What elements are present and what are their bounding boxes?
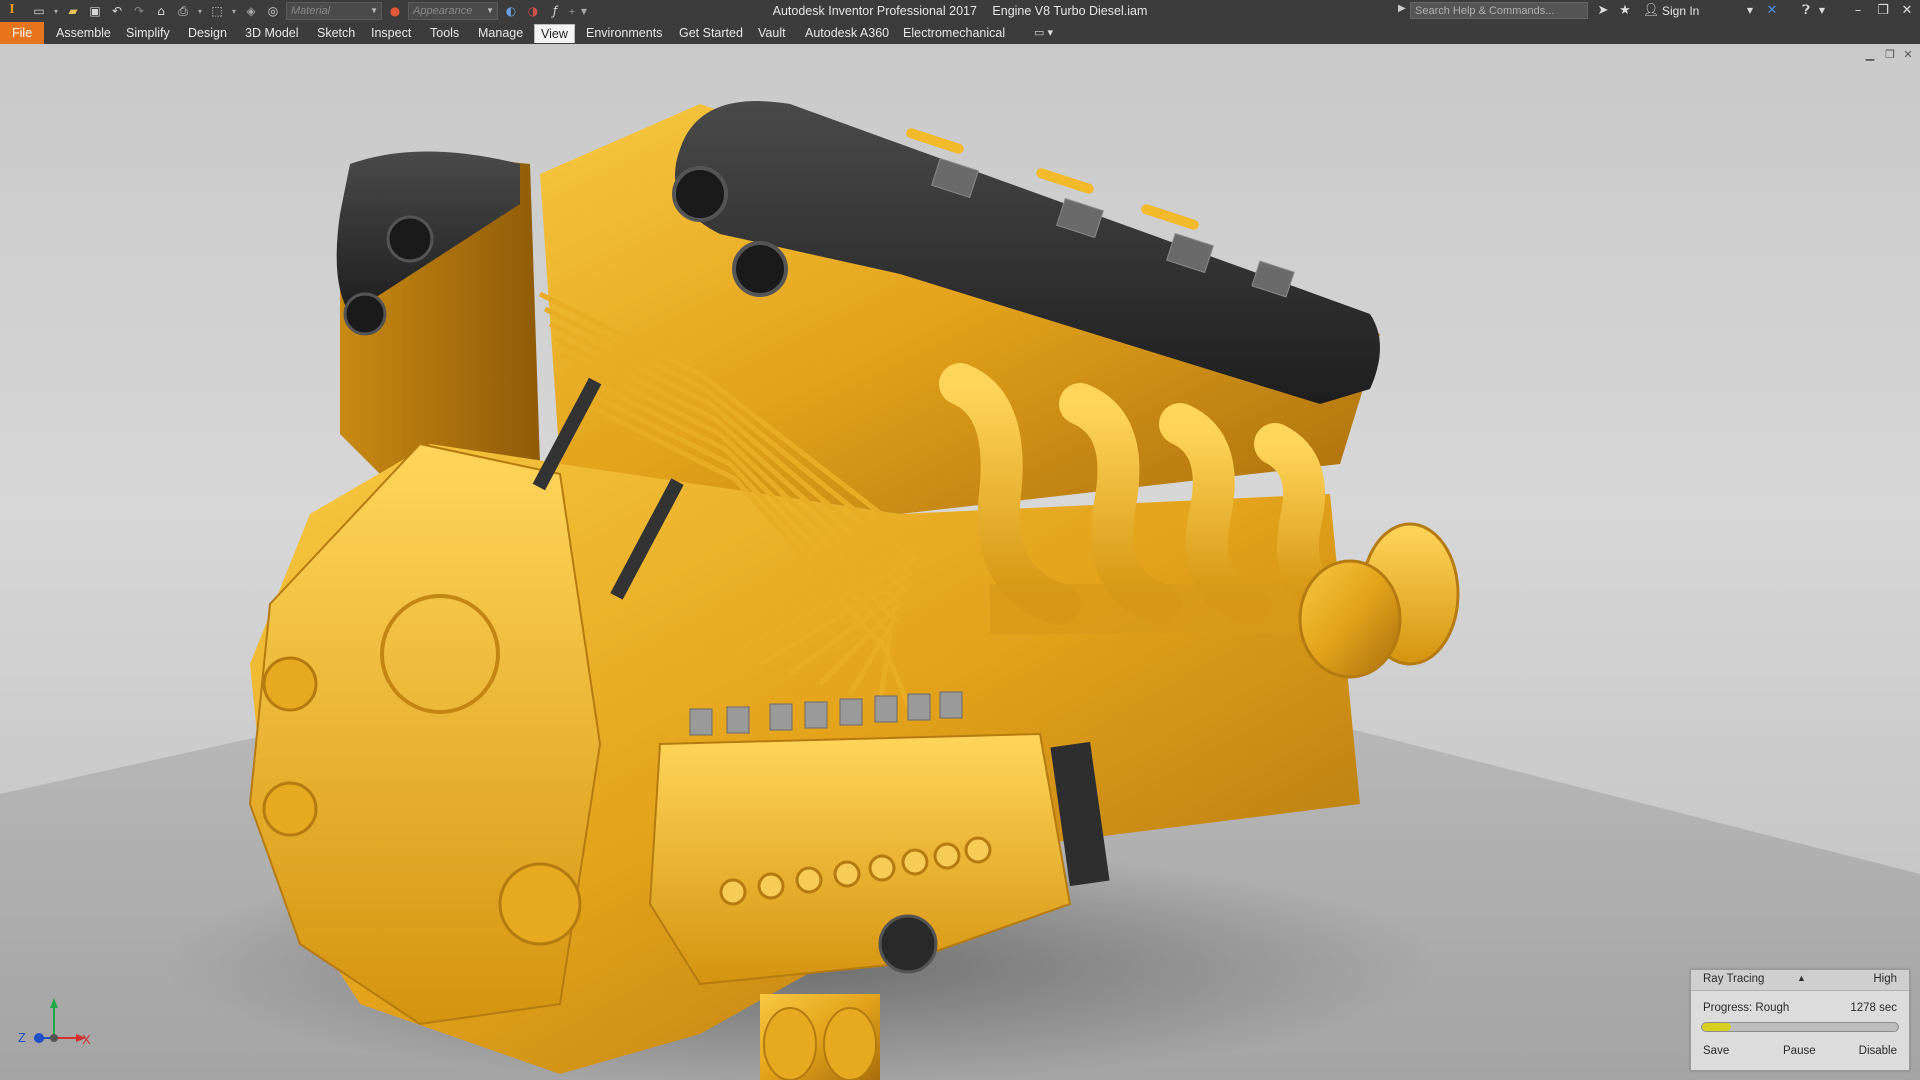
ray-tracing-progress-bar (1701, 1022, 1899, 1032)
clear-appearance-icon[interactable]: ◑ (524, 2, 542, 20)
triad-z-label: Z (18, 1030, 26, 1045)
close-icon[interactable]: ✕ (1894, 0, 1920, 22)
ray-tracing-title: Ray Tracing (1703, 973, 1765, 985)
ray-tracing-header[interactable]: Ray Tracing ▲ High (1691, 970, 1909, 991)
help-dropdown-icon[interactable]: ▼ (1817, 2, 1827, 20)
tab-manage[interactable]: Manage (472, 24, 529, 42)
customize-qat-icon[interactable]: ▼ (580, 2, 588, 20)
restore-icon[interactable]: ❐ (1870, 0, 1896, 22)
redo-icon[interactable]: ↷ (130, 2, 148, 20)
save-icon[interactable]: ▣ (86, 2, 104, 20)
ray-tracing-elapsed: 1278 sec (1850, 1002, 1897, 1014)
help-icon[interactable]: ❓︎ (1797, 2, 1815, 20)
chevron-down-icon: ▼ (370, 6, 378, 15)
tab-vault[interactable]: Vault (752, 24, 792, 42)
quick-access-toolbar: ▭ ▾ ▰ ▣ ↶ ↷ ⌂ ⎙ ▾ ⬚ ▾ ◈ ◎ Material ▼ ● A… (30, 2, 588, 20)
appearance-combo-text: Appearance (413, 5, 473, 17)
engine-model-render[interactable] (0, 44, 1920, 1080)
new-dropdown-icon[interactable]: ▾ (52, 2, 60, 20)
sign-in-dropdown-icon[interactable]: ▼ (1745, 2, 1755, 20)
ribbon-tabs: File Assemble Simplify Design 3D Model S… (0, 22, 1920, 45)
triad-arrows-icon (34, 998, 86, 1043)
search-go-icon[interactable]: ➤ (1594, 2, 1612, 20)
app-title: Autodesk Inventor Professional 2017 (772, 4, 977, 18)
appearance-ball-icon[interactable]: ◎ (264, 2, 282, 20)
favorites-star-icon[interactable]: ★ (1616, 2, 1634, 20)
ray-tracing-progress-label: Progress: Rough (1703, 1002, 1790, 1014)
select-mode-icon[interactable]: ⬚ (208, 2, 226, 20)
print-dropdown-icon[interactable]: ▾ (196, 2, 204, 20)
triad-x-label: X (82, 1032, 91, 1047)
tab-view[interactable]: View (534, 24, 575, 43)
tab-electromechanical[interactable]: Electromechanical (897, 24, 1011, 42)
print-icon[interactable]: ⎙ (174, 2, 192, 20)
home-icon[interactable]: ⌂ (152, 2, 170, 20)
graphics-viewport[interactable]: ▁ ❐ ✕ Z X (0, 44, 1920, 1080)
tab-sketch[interactable]: Sketch (311, 24, 361, 42)
select-dropdown-icon[interactable]: ▾ (230, 2, 238, 20)
tab-design[interactable]: Design (182, 24, 233, 42)
minimize-icon[interactable]: – (1845, 0, 1871, 22)
pause-button[interactable]: Pause (1783, 1045, 1816, 1057)
document-title: Engine V8 Turbo Diesel.iam (992, 4, 1148, 18)
undo-icon[interactable]: ↶ (108, 2, 126, 20)
tab-get-started[interactable]: Get Started (673, 24, 749, 42)
tab-environments[interactable]: Environments (580, 24, 668, 42)
update-icon[interactable]: ◈ (242, 2, 260, 20)
new-document-icon[interactable]: ▭ (30, 2, 48, 20)
tab-tools[interactable]: Tools (424, 24, 465, 42)
ray-tracing-progress-fill (1702, 1023, 1732, 1031)
adjust-appearance-icon[interactable]: ◐ (502, 2, 520, 20)
appearance-combo[interactable]: Appearance ▼ (408, 2, 498, 20)
inventor-logo-icon[interactable]: I (4, 2, 20, 20)
ray-tracing-panel: Ray Tracing ▲ High Progress: Rough 1278 … (1690, 969, 1910, 1071)
color-sphere-icon[interactable]: ● (386, 2, 404, 20)
disable-button[interactable]: Disable (1859, 1045, 1897, 1057)
material-combo[interactable]: Material ▼ (286, 2, 382, 20)
search-expand-icon[interactable]: ▶ (1398, 3, 1406, 14)
tab-autodesk-a360[interactable]: Autodesk A360 (799, 24, 895, 42)
ray-tracing-quality[interactable]: High (1873, 973, 1897, 985)
search-input[interactable]: Search Help & Commands... (1410, 2, 1588, 19)
sign-in-button[interactable]: Sign In (1662, 0, 1699, 22)
tab-simplify[interactable]: Simplify (120, 24, 176, 42)
parameters-icon[interactable]: ƒ (546, 2, 564, 20)
ribbon-display-options-icon[interactable]: ▭ ▾ (1034, 26, 1053, 39)
chevron-down-icon: ▼ (486, 6, 494, 15)
tab-inspect[interactable]: Inspect (365, 24, 417, 42)
axis-triad: Z X (14, 982, 94, 1062)
save-button[interactable]: Save (1703, 1045, 1729, 1057)
collapse-caret-icon[interactable]: ▲ (1797, 973, 1806, 983)
tab-3d-model[interactable]: 3D Model (239, 24, 305, 42)
tab-file[interactable]: File (0, 22, 45, 44)
user-icon[interactable]: 👤︎ (1642, 2, 1660, 20)
open-folder-icon[interactable]: ▰ (64, 2, 82, 20)
material-combo-text: Material (291, 5, 331, 17)
exchange-apps-icon[interactable]: ✕ (1763, 2, 1781, 20)
separator-icon: + (568, 6, 576, 16)
tab-assemble[interactable]: Assemble (50, 24, 117, 42)
title-bar: I ▭ ▾ ▰ ▣ ↶ ↷ ⌂ ⎙ ▾ ⬚ ▾ ◈ ◎ Material ▼ ●… (0, 0, 1920, 22)
